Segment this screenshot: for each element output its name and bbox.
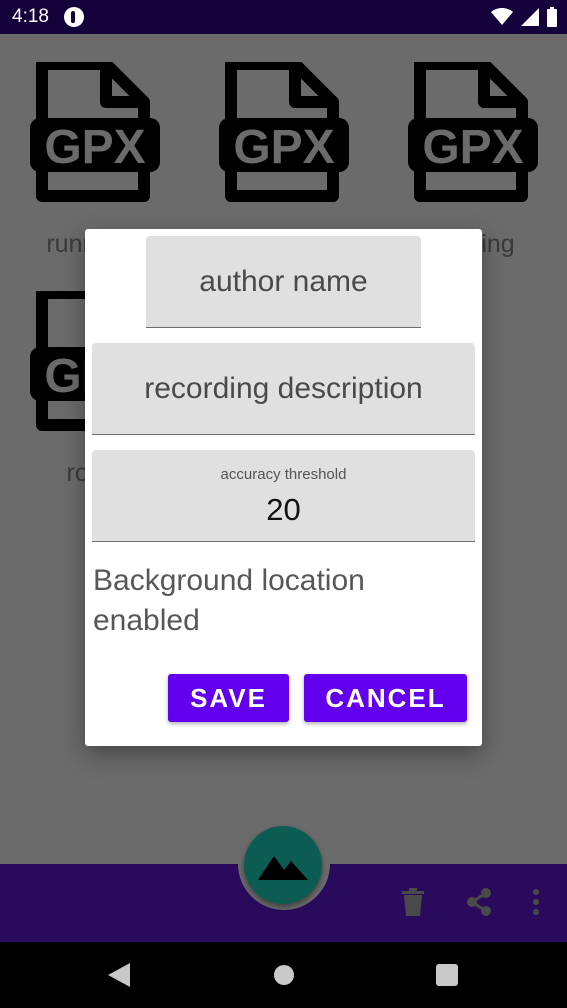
file-item[interactable]: GPX route2	[209, 62, 359, 258]
recents-icon[interactable]	[436, 964, 458, 986]
gpx-file-icon: GPX	[219, 62, 349, 202]
record-fab[interactable]	[244, 826, 322, 904]
trash-icon[interactable]	[402, 888, 424, 916]
status-bar: 4:18	[0, 0, 567, 34]
save-button[interactable]: SAVE	[168, 674, 289, 722]
status-time: 4:18	[12, 6, 49, 27]
author-name-field[interactable]	[146, 236, 421, 328]
signal-icon	[521, 8, 539, 26]
gpx-file-icon: GPX	[30, 62, 160, 202]
app-notification-icon	[64, 7, 84, 27]
svg-text:GPX: GPX	[422, 121, 523, 174]
file-item[interactable]: GPX running	[398, 62, 548, 258]
recording-dialog: accuracy threshold Background location e…	[85, 229, 482, 746]
gpx-file-icon: GPX	[408, 62, 538, 202]
accuracy-threshold-field[interactable]: accuracy threshold	[92, 450, 475, 542]
accuracy-threshold-input[interactable]	[92, 488, 475, 532]
svg-text:GPX: GPX	[233, 121, 334, 174]
author-name-input[interactable]	[146, 236, 421, 327]
system-nav-bar	[0, 942, 567, 1008]
svg-text:GPX: GPX	[44, 121, 145, 174]
terrain-icon	[258, 856, 308, 880]
accuracy-threshold-label: accuracy threshold	[220, 466, 347, 483]
file-item[interactable]: GPX running2	[20, 62, 170, 258]
battery-icon	[547, 7, 557, 27]
share-icon[interactable]	[466, 888, 492, 916]
background-location-toggle[interactable]: Background location enabled	[93, 561, 463, 641]
description-input[interactable]	[92, 343, 475, 434]
home-icon[interactable]	[273, 964, 295, 986]
back-icon[interactable]	[108, 963, 130, 987]
status-icons	[491, 7, 557, 27]
description-field[interactable]	[92, 343, 475, 435]
wifi-icon	[491, 8, 513, 25]
cancel-button[interactable]: CANCEL	[304, 674, 467, 722]
more-vert-icon[interactable]	[532, 888, 540, 916]
